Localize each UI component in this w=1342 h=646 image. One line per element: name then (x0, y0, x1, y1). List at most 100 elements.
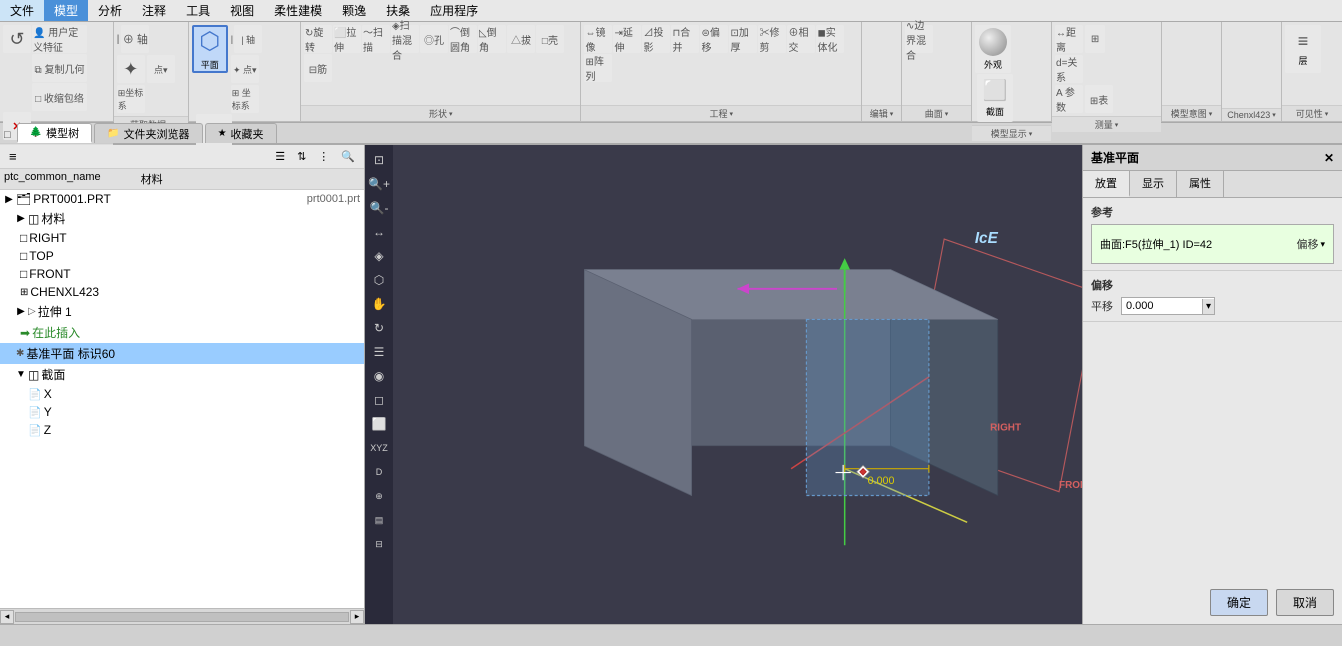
btn-project[interactable]: ⊿投影 (642, 25, 670, 53)
panel-btn-columns[interactable]: ☰ (270, 148, 290, 165)
vp-btn-display[interactable]: ☰ (368, 341, 390, 363)
scroll-right-btn[interactable]: ▸ (350, 610, 364, 624)
vp-btn-perspective[interactable]: ⬡ (368, 269, 390, 291)
vp-btn-refit[interactable]: ↔ (368, 221, 390, 243)
btn-extrude[interactable]: ⬜拉伸 (333, 25, 361, 53)
btn-appearance[interactable]: 外观 (975, 25, 1011, 73)
btn-axis2[interactable]: | 轴 (234, 25, 262, 53)
tab-favorites[interactable]: ★ 收藏夹 (205, 123, 277, 143)
btn-array[interactable]: ⊞阵列 (584, 54, 612, 82)
btn-offset[interactable]: ⊜偏移 (700, 25, 728, 53)
btn-hole[interactable]: ◎孔 (420, 25, 448, 53)
tab-model-tree[interactable]: 🌲 模型树 (17, 123, 92, 143)
tree-item-chenxl423[interactable]: ⊞ CHENXL423 (0, 283, 364, 301)
vp-btn-wireframe[interactable]: ⬜ (368, 413, 390, 435)
btn-coord[interactable]: ⊞坐标系 (117, 85, 145, 113)
btn-point[interactable]: ✦ (117, 55, 145, 83)
toolbar-label-visibility[interactable]: 可见性 (1282, 105, 1342, 121)
btn-distance2[interactable]: ⊞ (1085, 25, 1105, 53)
confirm-button[interactable]: 确定 (1210, 589, 1268, 616)
btn-draft[interactable]: △拔 (507, 25, 535, 53)
menu-file[interactable]: 文件 (0, 0, 44, 21)
btn-shrink-wrap[interactable]: □ 收缩包络 (32, 83, 87, 111)
tree-item-materials[interactable]: ▶ ◫ 材料 (0, 208, 364, 229)
menu-annotation[interactable]: 注释 (132, 0, 176, 21)
rp-tab-placement[interactable]: 放置 (1083, 171, 1130, 197)
vp-btn-rotate3d[interactable]: ↻ (368, 317, 390, 339)
toolbar-label-edit[interactable]: 编辑 (862, 105, 901, 121)
expand-prt0001[interactable]: ▶ (4, 194, 14, 205)
btn-extend[interactable]: ⇥延伸 (613, 25, 641, 53)
expand-materials[interactable]: ▶ (16, 213, 26, 224)
vp-btn-snap[interactable]: ⊟ (368, 533, 390, 555)
btn-trim[interactable]: ✂修剪 (758, 25, 786, 53)
vp-btn-orient[interactable]: ◈ (368, 245, 390, 267)
scroll-left-btn[interactable]: ◂ (0, 610, 14, 624)
btn-edge-blend[interactable]: ∿边界混合 (905, 25, 933, 53)
btn-intersect[interactable]: ⊓合并 (671, 25, 699, 53)
panel-btn-search[interactable]: 🔍 (336, 148, 360, 165)
btn-plane[interactable]: ⬡ 平面 (192, 25, 228, 73)
vp-btn-datum[interactable]: D (368, 461, 390, 483)
btn-round[interactable]: ⌒倒圆角 (449, 25, 477, 53)
btn-point-dropdown[interactable]: 点▾ (147, 55, 175, 83)
btn-relations[interactable]: d=关系 (1055, 55, 1083, 83)
vp-btn-xyz[interactable]: XYZ (368, 437, 390, 459)
btn-distance[interactable]: ↔距离 (1055, 25, 1083, 53)
btn-sweep[interactable]: 〜扫描 (362, 25, 390, 53)
btn-copy-geom[interactable]: ⧉ 复制几何 (32, 54, 87, 82)
btn-user-def-feature[interactable]: 👤 用户定义特征 (32, 25, 87, 53)
btn-solidify[interactable]: ◼实体化 (816, 25, 844, 53)
tree-item-datum-plane[interactable]: ✱ 基准平面 标识60 (0, 343, 364, 364)
vp-btn-appearance2[interactable]: ◉ (368, 365, 390, 387)
reference-dropdown[interactable]: 偏移 ▾ (1296, 236, 1325, 252)
tree-item-z[interactable]: 📄 Z (0, 421, 364, 439)
panel-btn-tree-settings[interactable]: ≡ (4, 147, 22, 166)
tree-item-x[interactable]: 📄 X (0, 385, 364, 403)
btn-thicken[interactable]: ⊡加厚 (729, 25, 757, 53)
btn-regenerate[interactable]: ↺ (3, 25, 31, 53)
expand-section[interactable]: ▼ (16, 369, 26, 380)
tree-item-extrude1[interactable]: ▶ ▷ 拉伸 1 (0, 301, 364, 322)
rp-tab-properties[interactable]: 属性 (1177, 171, 1224, 197)
vp-btn-zoom-in[interactable]: 🔍+ (368, 173, 390, 195)
tree-item-prt0001[interactable]: ▶ 🗂 PRT0001.PRT prt0001.prt (0, 190, 364, 208)
toolbar-label-engineering[interactable]: 工程 (581, 105, 861, 121)
vp-btn-zoom-fit[interactable]: ⊡ (368, 149, 390, 171)
vp-btn-pan[interactable]: ✋ (368, 293, 390, 315)
offset-dropdown-btn[interactable]: ▾ (1202, 299, 1214, 314)
tree-item-right[interactable]: □ RIGHT (0, 229, 364, 247)
btn-intersect2[interactable]: ⊕相交 (787, 25, 815, 53)
toolbar-label-measure[interactable]: 测量 (1052, 116, 1161, 132)
menu-keyi[interactable]: 颗逸 (332, 0, 376, 21)
panel-btn-sort[interactable]: ⇅ (292, 148, 311, 165)
right-panel-close[interactable]: ✕ (1324, 151, 1334, 165)
menu-flexible-modeling[interactable]: 柔性建模 (264, 0, 332, 21)
btn-sweep-mix[interactable]: ◈扫描混合 (391, 25, 419, 53)
btn-table[interactable]: ⊞表 (1085, 85, 1113, 113)
btn-rib[interactable]: ⊟筋 (304, 54, 332, 82)
btn-coord2[interactable]: ⊞ 坐标系 (231, 85, 259, 113)
vp-btn-transparent[interactable]: ◻ (368, 389, 390, 411)
tree-item-top[interactable]: □ TOP (0, 247, 364, 265)
menu-view[interactable]: 视图 (220, 0, 264, 21)
panel-btn-options[interactable]: ⋮ (313, 148, 334, 165)
toolbar-label-surface[interactable]: 曲面 (902, 105, 971, 121)
btn-shell[interactable]: □壳 (536, 25, 564, 53)
vp-btn-zoom-out[interactable]: 🔍- (368, 197, 390, 219)
expand-extrude1[interactable]: ▶ (16, 306, 26, 317)
btn-chamfer[interactable]: ◺倒角 (478, 25, 506, 53)
vp-btn-spin-center[interactable]: ⊕ (368, 485, 390, 507)
toolbar-label-chenxl[interactable]: Chenxl423 (1222, 108, 1281, 121)
btn-section-view[interactable]: ⬜ 截面 (977, 74, 1013, 122)
rp-tab-display[interactable]: 显示 (1130, 171, 1177, 197)
btn-rotate[interactable]: ↻旋转 (304, 25, 332, 53)
btn-point2[interactable]: ✦ 点▾ (231, 55, 259, 83)
tree-item-y[interactable]: 📄 Y (0, 403, 364, 421)
tree-item-insert-here[interactable]: ➡ 在此插入 (0, 322, 364, 343)
btn-axis[interactable]: ⊕ 轴 (121, 25, 149, 53)
tree-item-section-folder[interactable]: ▼ ◫ 截面 (0, 364, 364, 385)
btn-layer[interactable]: ≡ 层 (1285, 25, 1321, 73)
offset-value-input[interactable] (1122, 298, 1202, 314)
tree-item-front[interactable]: □ FRONT (0, 265, 364, 283)
